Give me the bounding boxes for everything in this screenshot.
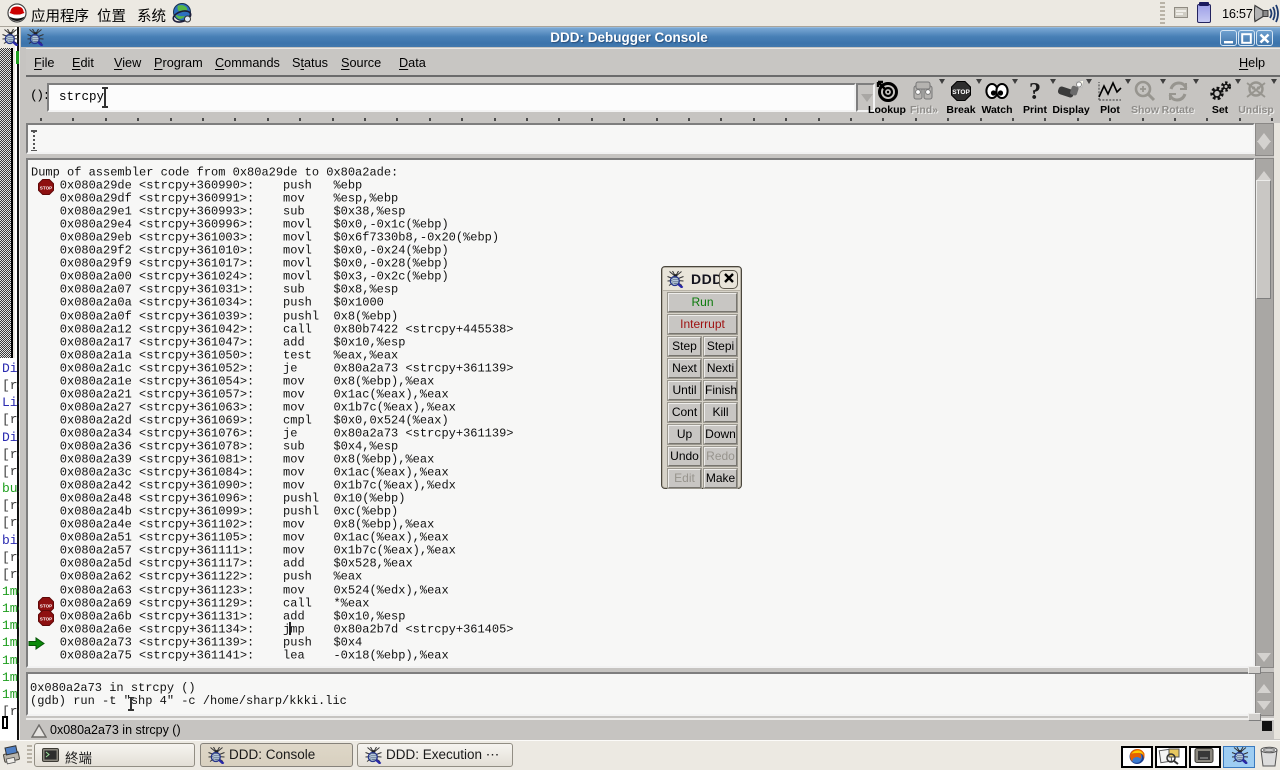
svg-text:STOP: STOP <box>952 89 970 96</box>
svg-text:?: ? <box>1029 80 1041 103</box>
svg-text:STOP: STOP <box>40 616 52 621</box>
svg-text:STOP: STOP <box>40 603 52 608</box>
svg-text:STOP: STOP <box>40 186 52 191</box>
